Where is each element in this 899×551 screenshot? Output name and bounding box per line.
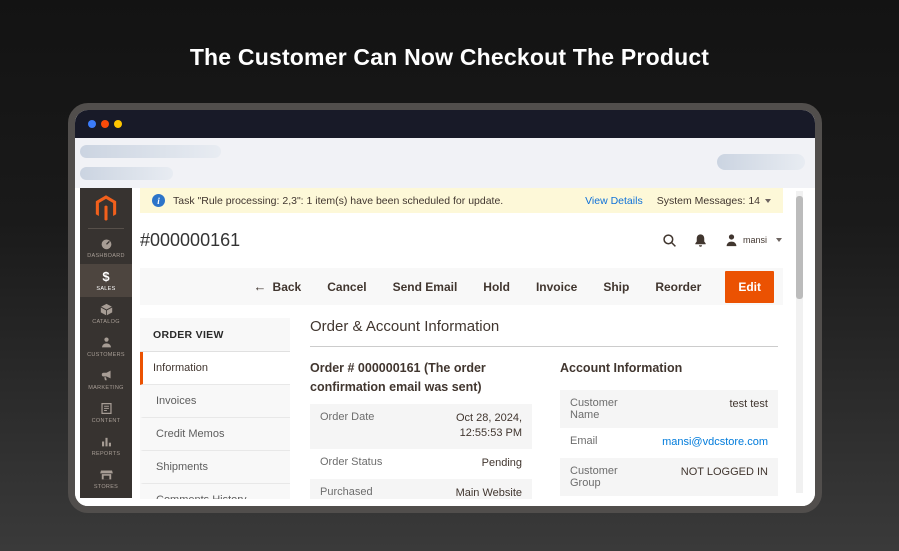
admin-sidebar: DASHBOARD $ SALES CATALOG CUSTOMERS MARK…: [80, 188, 132, 498]
browser-titlebar: [75, 110, 815, 138]
system-message-banner: i Task "Rule processing: 2,3": 1 item(s)…: [140, 188, 783, 213]
view-details-link[interactable]: View Details: [585, 195, 643, 207]
username-label: mansi: [742, 235, 767, 245]
scrollbar-thumb[interactable]: [796, 196, 803, 299]
edit-button[interactable]: Edit: [725, 270, 774, 303]
bar-chart-icon: [99, 435, 113, 449]
row-value: Pending: [481, 457, 522, 470]
tab-comments-history[interactable]: Comments History: [140, 484, 290, 499]
table-row: Customer Name test test: [560, 389, 778, 428]
table-row: Customer Group NOT LOGGED IN: [560, 457, 778, 496]
user-account-menu[interactable]: mansi: [724, 233, 782, 248]
account-info-table: Customer Name test test Email mansi@vdcs…: [560, 389, 778, 496]
row-label: Order Date: [320, 410, 375, 423]
browser-header-skeleton: [75, 138, 815, 188]
sidebar-item-label: CATALOG: [92, 318, 120, 325]
chevron-down-icon: [776, 238, 782, 242]
banner-message: Task "Rule processing: 2,3": 1 item(s) h…: [173, 194, 504, 207]
sidebar-item-label: CONTENT: [91, 417, 121, 424]
order-view-panel-title: ORDER VIEW: [140, 318, 290, 352]
magento-admin-page: DASHBOARD $ SALES CATALOG CUSTOMERS MARK…: [75, 188, 815, 506]
row-value: Oct 28, 2024, 12:55:53 PM: [455, 411, 522, 440]
window-control-dot-red[interactable]: [101, 120, 109, 128]
store-icon: [99, 468, 113, 482]
notifications-bell-icon[interactable]: [693, 233, 708, 248]
page-icon: [99, 402, 113, 416]
page-title: The Customer Can Now Checkout The Produc…: [189, 44, 710, 70]
sidebar-item-label: STORES: [93, 483, 119, 490]
customer-email-link[interactable]: mansi@vdcstore.com: [662, 436, 768, 448]
row-label: Email: [570, 434, 598, 447]
sidebar-item-reports[interactable]: REPORTS: [80, 429, 132, 462]
system-messages-label: System Messages: 14: [656, 194, 760, 207]
sidebar-divider: [88, 228, 124, 229]
window-control-dot-blue[interactable]: [88, 120, 96, 128]
person-icon: [99, 336, 113, 350]
order-actions-toolbar: ← Back Cancel Send Email Hold Invoice Sh…: [140, 268, 783, 305]
skeleton-bar: [717, 154, 805, 170]
ship-button[interactable]: Ship: [603, 280, 629, 294]
table-row: Purchased From Main Website Main Website…: [310, 479, 532, 499]
browser-window: DASHBOARD $ SALES CATALOG CUSTOMERS MARK…: [68, 103, 822, 513]
tab-information[interactable]: Information: [140, 352, 290, 385]
table-row: Email mansi@vdcstore.com: [560, 428, 778, 458]
back-arrow-icon: ←: [253, 279, 267, 294]
sidebar-item-marketing[interactable]: MARKETING: [80, 363, 132, 396]
page-scrollbar[interactable]: [796, 191, 803, 493]
page-header: #000000161 mansi: [140, 222, 782, 258]
user-avatar-icon: [724, 233, 739, 248]
tab-shipments[interactable]: Shipments: [140, 451, 290, 484]
sidebar-item-customers[interactable]: CUSTOMERS: [80, 330, 132, 363]
gauge-icon: [99, 237, 113, 251]
box-icon: [99, 303, 113, 317]
megaphone-icon: [99, 369, 113, 383]
cancel-button[interactable]: Cancel: [327, 280, 366, 294]
sidebar-item-dashboard[interactable]: DASHBOARD: [80, 231, 132, 264]
order-view-panel: ORDER VIEW Information Invoices Credit M…: [140, 318, 290, 499]
table-row: Order Status Pending: [310, 449, 532, 479]
order-id-title: #000000161: [140, 229, 241, 250]
sidebar-item-catalog[interactable]: CATALOG: [80, 297, 132, 330]
magento-logo-icon[interactable]: [80, 188, 132, 228]
sidebar-item-label: CUSTOMERS: [87, 351, 125, 358]
back-label: Back: [272, 279, 302, 294]
sidebar-item-label: DASHBOARD: [87, 252, 125, 259]
sidebar-item-label: SALES: [96, 285, 116, 292]
sidebar-item-label: REPORTS: [91, 450, 121, 457]
row-label: Customer Group: [570, 464, 618, 489]
back-button[interactable]: ← Back: [254, 279, 302, 294]
admin-content: i Task "Rule processing: 2,3": 1 item(s)…: [132, 188, 792, 499]
invoice-button[interactable]: Invoice: [536, 280, 577, 294]
account-info-heading: Account Information: [560, 361, 683, 375]
sidebar-item-stores[interactable]: STORES: [80, 462, 132, 495]
reorder-button[interactable]: Reorder: [655, 280, 701, 294]
table-row: Order Date Oct 28, 2024, 12:55:53 PM: [310, 403, 532, 450]
search-icon[interactable]: [662, 233, 677, 248]
skeleton-bar: [80, 167, 173, 180]
sidebar-item-label: MARKETING: [88, 384, 124, 391]
sidebar-item-sales[interactable]: $ SALES: [80, 264, 132, 297]
section-title: Order & Account Information: [310, 318, 778, 347]
system-messages-dropdown[interactable]: System Messages: 14: [657, 195, 771, 207]
send-email-button[interactable]: Send Email: [393, 280, 458, 294]
sidebar-item-content[interactable]: CONTENT: [80, 396, 132, 429]
row-label: Purchased From: [320, 486, 373, 499]
dollar-icon: $: [102, 268, 110, 284]
info-icon: i: [152, 194, 165, 207]
skeleton-bar: [80, 145, 221, 158]
row-label: Customer Name: [570, 396, 618, 421]
tab-credit-memos[interactable]: Credit Memos: [140, 418, 290, 451]
tab-invoices[interactable]: Invoices: [140, 385, 290, 418]
hold-button[interactable]: Hold: [483, 280, 510, 294]
order-information-section: Order & Account Information Order # 0000…: [310, 318, 792, 499]
row-value: NOT LOGGED IN: [680, 465, 768, 478]
window-control-dot-yellow[interactable]: [114, 120, 122, 128]
row-value: Main Website Main Website Store Default …: [455, 487, 522, 499]
chevron-down-icon: [765, 198, 771, 203]
order-info-table: Order Date Oct 28, 2024, 12:55:53 PM Ord…: [310, 403, 532, 499]
order-info-heading: Order # 000000161 (The order confirmatio…: [310, 361, 486, 394]
row-value: test test: [729, 397, 768, 410]
row-label: Order Status: [320, 456, 383, 469]
